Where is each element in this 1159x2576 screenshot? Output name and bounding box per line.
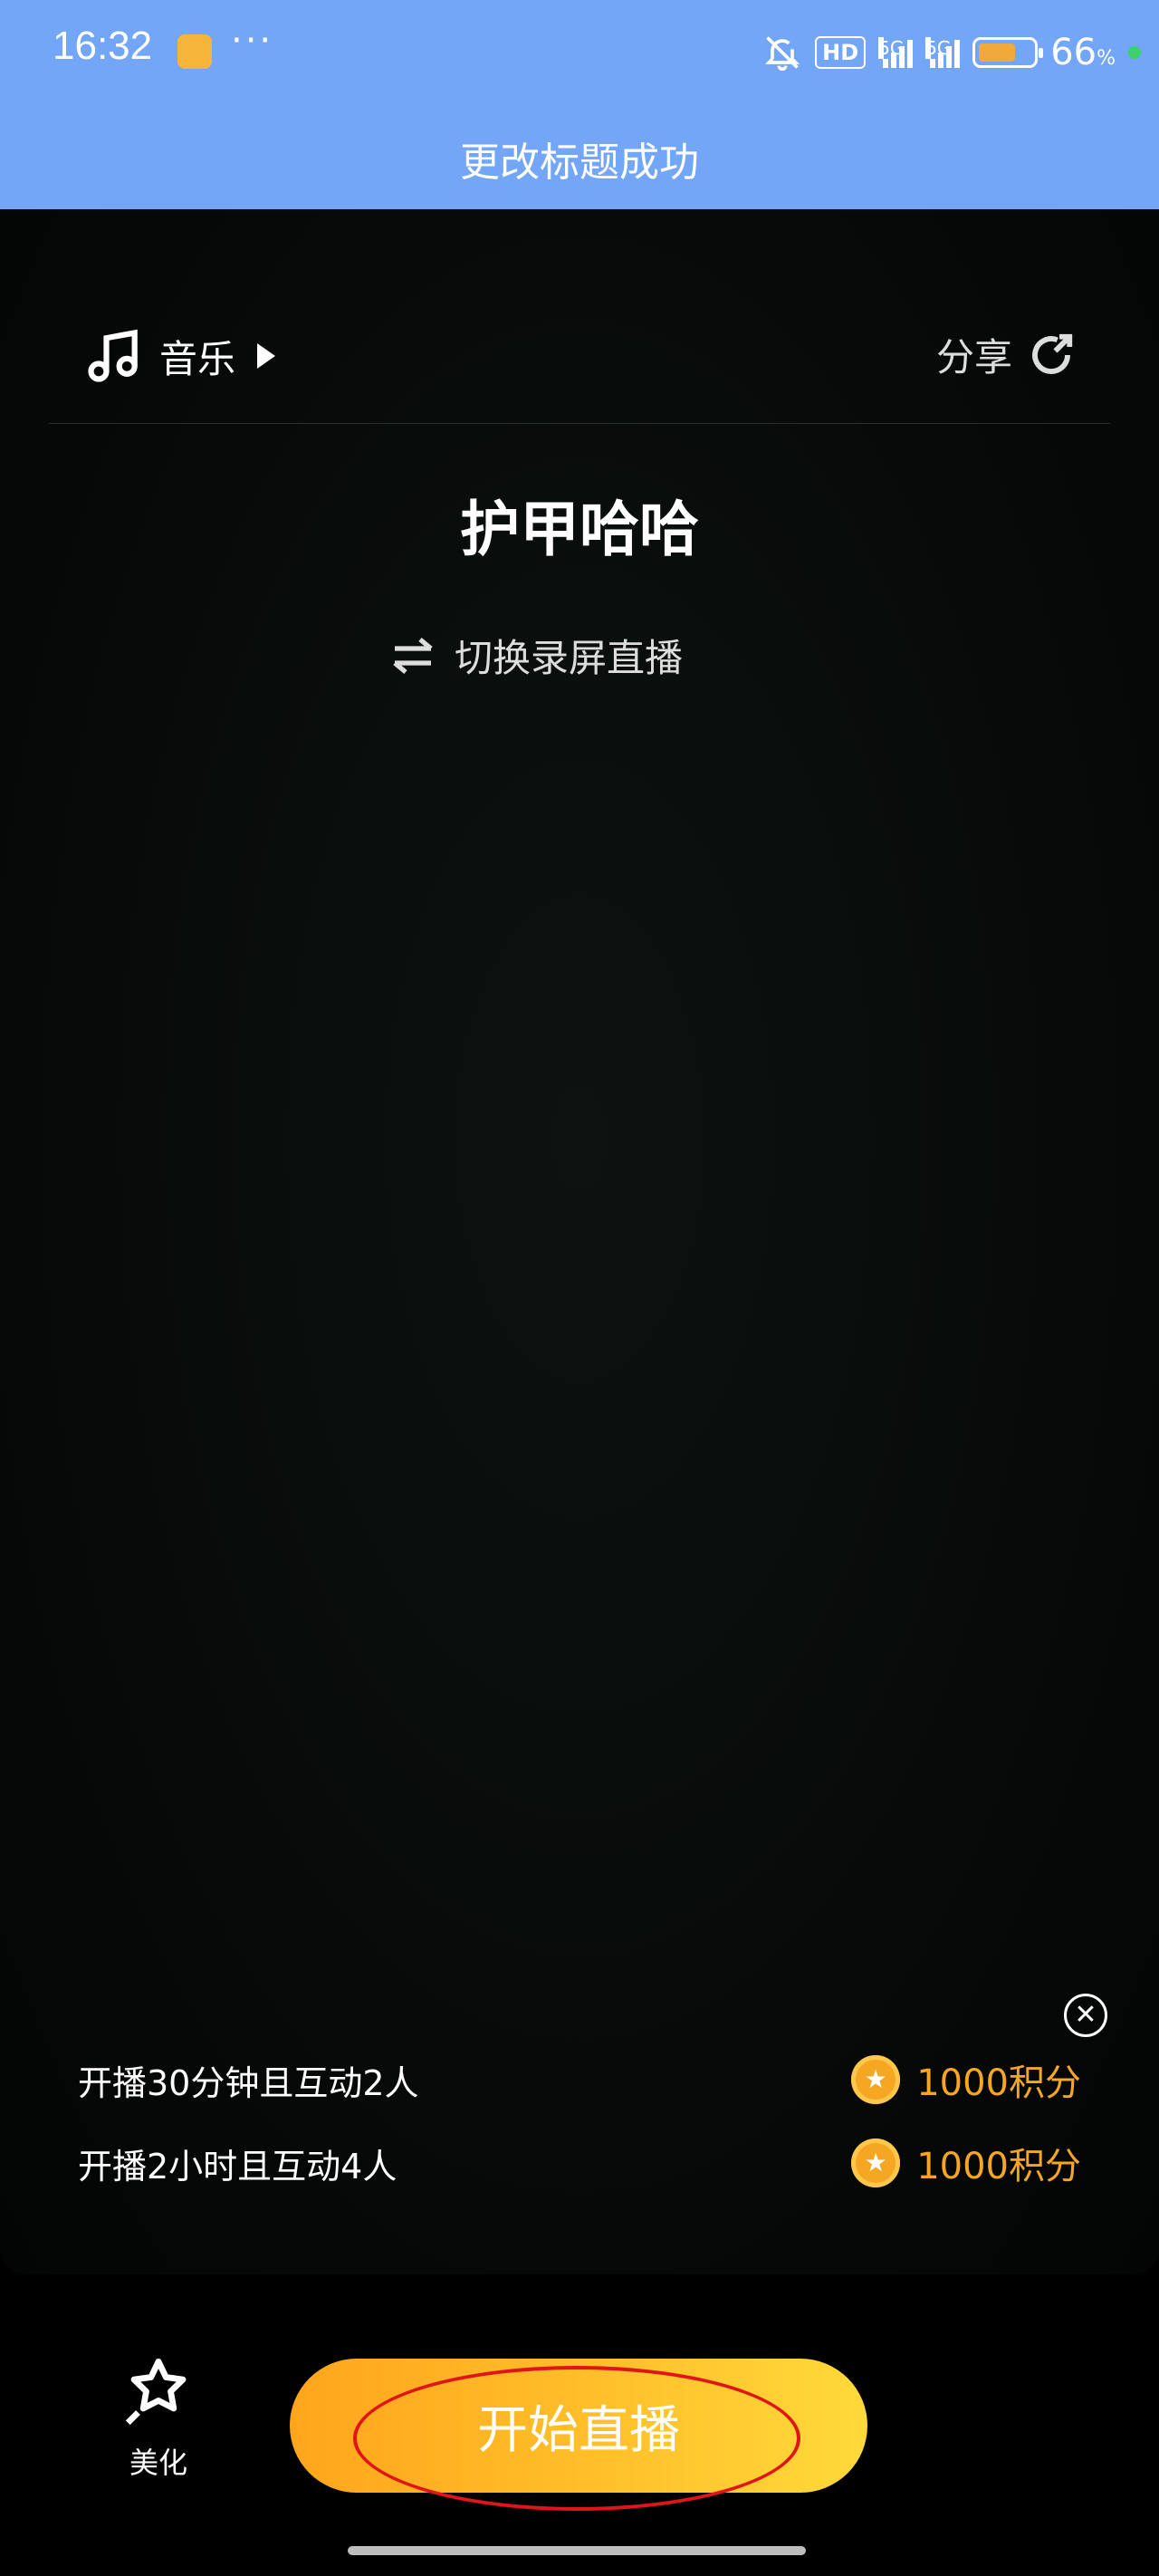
task-row-1: 开播30分钟且互动2人 ★ 1000积分 (78, 2053, 1081, 2106)
status-icons: HD 5G 5G 66% (762, 29, 1141, 76)
close-icon: ✕ (1074, 1999, 1097, 2031)
music-note-icon (88, 329, 138, 382)
switch-icon (393, 637, 433, 674)
live-preview: 音乐 分享 护甲哈哈 切换录屏直播 ✕ 开播30分钟且互动2人 ★ 1000积分… (0, 209, 1159, 2274)
reward-text: 1000积分 (916, 2146, 1081, 2187)
hd-badge: HD (815, 36, 867, 69)
play-icon (257, 343, 276, 369)
share-icon (1032, 333, 1073, 374)
status-time: 16:32 (53, 24, 153, 68)
music-label: 音乐 (159, 336, 236, 381)
coin-icon: ★ (851, 2139, 901, 2187)
toolbar-divider (49, 423, 1110, 424)
toast-message: 更改标题成功 (0, 107, 1159, 209)
notification-app-icon (177, 34, 212, 69)
share-label: 分享 (935, 335, 1012, 380)
switch-screen-record-button[interactable]: 切换录屏直播 (388, 628, 683, 683)
beauty-button[interactable]: 美化 (109, 2351, 208, 2482)
camera-indicator-dot (1128, 46, 1141, 59)
task-row-2: 开播2小时且互动4人 ★ 1000积分 (78, 2137, 1081, 2189)
task-text: 开播2小时且互动4人 (78, 2146, 398, 2187)
coin-icon: ★ (851, 2055, 901, 2104)
start-live-button[interactable]: 开始直播 (290, 2359, 867, 2493)
signal-icon-1: 5G (878, 37, 914, 68)
status-bar: 16:32 ··· HD 5G 5G 66% (0, 0, 1159, 107)
beauty-label: 美化 (129, 2446, 187, 2480)
beauty-icon (125, 2358, 187, 2426)
battery-icon (972, 37, 1044, 68)
battery-percent: 66% (1050, 32, 1116, 73)
home-indicator[interactable] (348, 2546, 806, 2555)
switch-label: 切换录屏直播 (455, 636, 684, 680)
more-notifications-icon: ··· (231, 20, 274, 62)
signal-icon-2: 5G (925, 37, 961, 68)
bell-off-icon (765, 36, 800, 72)
task-close-button[interactable]: ✕ (1064, 1994, 1107, 2037)
reward-text: 1000积分 (916, 2062, 1081, 2104)
task-text: 开播30分钟且互动2人 (78, 2062, 419, 2103)
task-reward: ★ 1000积分 (851, 2053, 1081, 2106)
share-button[interactable]: 分享 (936, 327, 1076, 382)
music-button[interactable]: 音乐 (83, 325, 276, 387)
task-reward: ★ 1000积分 (851, 2137, 1081, 2189)
live-title[interactable]: 护甲哈哈 (0, 481, 1159, 568)
